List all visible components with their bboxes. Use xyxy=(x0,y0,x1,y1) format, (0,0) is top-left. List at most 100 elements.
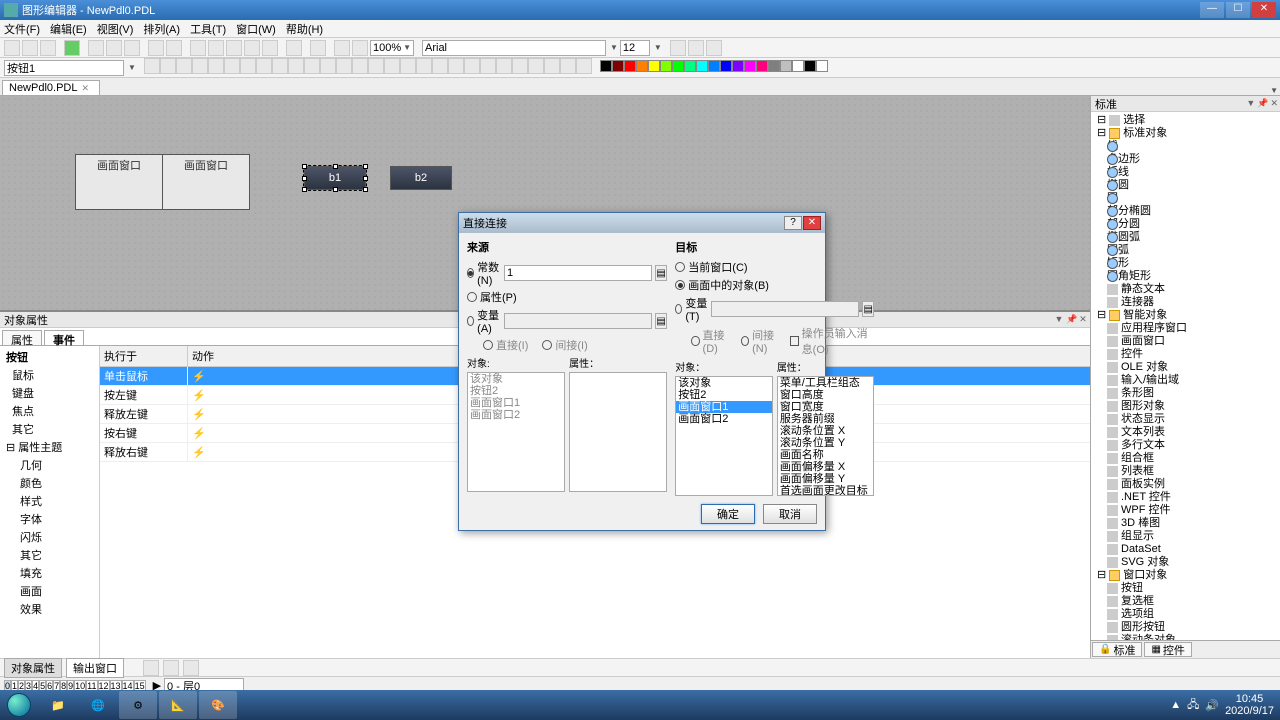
color-swatch-3[interactable] xyxy=(636,60,648,72)
save-icon[interactable] xyxy=(40,40,56,56)
tree-blink[interactable]: 闪烁 xyxy=(2,528,97,546)
tool-icon-10[interactable] xyxy=(304,58,320,74)
color-swatch-18[interactable] xyxy=(816,60,828,72)
target-props-list[interactable]: 菜单/工具栏组态窗口高度窗口宽度服务器前缀滚动条位置 X滚动条位置 Y画面名称画… xyxy=(777,376,875,496)
list-item[interactable]: 首选画面更改目标 xyxy=(778,485,874,496)
toolbox-item[interactable]: 连接器 xyxy=(1093,296,1278,309)
menu-help[interactable]: 帮助(H) xyxy=(286,21,323,37)
toolbox-item[interactable]: 条形图 xyxy=(1093,387,1278,400)
toolbox-item[interactable]: WPF 控件 xyxy=(1093,504,1278,517)
list-item[interactable]: 服务器前缀 xyxy=(778,413,874,425)
taskbar[interactable]: 📁 🌐 ⚙ 📐 🎨 ▲ 🖧 🔊 10:452020/9/17 xyxy=(0,690,1280,720)
const-input[interactable] xyxy=(504,265,652,281)
toolbox-item[interactable]: 多边形 xyxy=(1093,153,1278,166)
tool-icon-18[interactable] xyxy=(432,58,448,74)
rp-pin-icon[interactable]: 📌 xyxy=(1257,98,1268,109)
tree-font[interactable]: 字体 xyxy=(2,510,97,528)
toolbox-item[interactable]: 圆弧 xyxy=(1093,244,1278,257)
var-input[interactable] xyxy=(504,313,652,329)
toolbox-item[interactable]: 椭圆 xyxy=(1093,179,1278,192)
toolbox-item[interactable]: ⊟ 智能对象 xyxy=(1093,309,1278,322)
toolbox-item[interactable]: 面板实例 xyxy=(1093,478,1278,491)
toolbox-item[interactable]: 圆 xyxy=(1093,192,1278,205)
color-swatch-7[interactable] xyxy=(684,60,696,72)
tool-icon-20[interactable] xyxy=(464,58,480,74)
tool-icon-14[interactable] xyxy=(368,58,384,74)
cut-icon[interactable] xyxy=(88,40,104,56)
tree-color[interactable]: 颜色 xyxy=(2,474,97,492)
menu-edit[interactable]: 编辑(E) xyxy=(50,21,87,37)
target-objects-list[interactable]: 该对象按钮2画面窗口1画面窗口2 xyxy=(675,376,773,496)
tool-icon-3[interactable] xyxy=(192,58,208,74)
toolbox-item[interactable]: 应用程序窗口 xyxy=(1093,322,1278,335)
help-icon[interactable] xyxy=(310,40,326,56)
color-swatch-9[interactable] xyxy=(708,60,720,72)
tree-keyboard[interactable]: 键盘 xyxy=(2,384,97,402)
color-swatch-1[interactable] xyxy=(612,60,624,72)
grid-icon[interactable] xyxy=(190,40,206,56)
ok-button[interactable]: 确定 xyxy=(701,504,755,524)
toolbox-item[interactable]: 画面窗口 xyxy=(1093,335,1278,348)
radio-const[interactable] xyxy=(467,268,474,278)
tree-other[interactable]: 其它 xyxy=(2,420,97,438)
toolbox-item[interactable]: DataSet xyxy=(1093,543,1278,556)
toolbox-item[interactable]: 部分椭圆 xyxy=(1093,205,1278,218)
toolbox-item[interactable]: 列表框 xyxy=(1093,465,1278,478)
tool-icon-17[interactable] xyxy=(416,58,432,74)
tool-icon-1[interactable] xyxy=(160,58,176,74)
maximize-button[interactable]: ☐ xyxy=(1226,2,1250,18)
dialog-close-button[interactable]: ✕ xyxy=(803,216,821,230)
system-tray[interactable]: ▲ 🖧 🔊 10:452020/9/17 xyxy=(1164,693,1280,717)
tool-icon-9[interactable] xyxy=(288,58,304,74)
tree-style[interactable]: 样式 xyxy=(2,492,97,510)
prop-pin-icon[interactable]: ▼ xyxy=(1054,314,1064,325)
toolbox-item[interactable]: 折线 xyxy=(1093,166,1278,179)
menu-window[interactable]: 窗口(W) xyxy=(236,21,276,37)
document-tab[interactable]: NewPdl0.PDL ✕ xyxy=(2,80,100,95)
tool-icon-2[interactable] xyxy=(176,58,192,74)
toolbox-item[interactable]: SVG 对象 xyxy=(1093,556,1278,569)
toolbox-item[interactable]: OLE 对象 xyxy=(1093,361,1278,374)
taskbar-app2[interactable]: 📐 xyxy=(159,691,197,719)
lock-icon[interactable] xyxy=(262,40,278,56)
color-swatch-4[interactable] xyxy=(648,60,660,72)
list-item[interactable]: 该对象 xyxy=(676,377,772,389)
rp-close-icon[interactable]: ✕ xyxy=(1270,98,1278,109)
color-swatch-5[interactable] xyxy=(660,60,672,72)
taskbar-app3[interactable]: 🎨 xyxy=(199,691,237,719)
toolbox-item[interactable]: 复选框 xyxy=(1093,595,1278,608)
list-item[interactable]: 滚动条位置 X xyxy=(778,425,874,437)
radio-var[interactable] xyxy=(467,316,474,326)
list-item[interactable]: 该对象 xyxy=(468,373,564,385)
toolbox-item[interactable]: ⊟ 窗口对象 xyxy=(1093,569,1278,582)
zoomout-icon[interactable] xyxy=(352,40,368,56)
list-item[interactable]: 窗口高度 xyxy=(778,389,874,401)
list-item[interactable]: 菜单/工具栏组态 xyxy=(778,377,874,389)
paste-icon[interactable] xyxy=(124,40,140,56)
tray-net-icon[interactable]: 🖧 xyxy=(1187,696,1199,715)
color-swatch-2[interactable] xyxy=(624,60,636,72)
color-swatch-6[interactable] xyxy=(672,60,684,72)
shape-button-b2[interactable]: b2 xyxy=(390,166,452,190)
menu-arrange[interactable]: 排列(A) xyxy=(143,21,180,37)
open-icon[interactable] xyxy=(22,40,38,56)
foot-tab-output[interactable]: 输出窗口 xyxy=(66,658,124,678)
color-swatch-12[interactable] xyxy=(744,60,756,72)
tray-vol-icon[interactable]: 🔊 xyxy=(1205,699,1219,712)
tree-geom[interactable]: 几何 xyxy=(2,456,97,474)
tool-icon-16[interactable] xyxy=(400,58,416,74)
color-swatch-8[interactable] xyxy=(696,60,708,72)
const-browse-button[interactable]: ▤ xyxy=(655,265,667,281)
tree-other2[interactable]: 其它 xyxy=(2,546,97,564)
tool-icon-0[interactable] xyxy=(144,58,160,74)
prop-tab-attrs[interactable]: 属性 xyxy=(2,330,42,345)
tool-icon-7[interactable] xyxy=(256,58,272,74)
list-item[interactable]: 画面窗口2 xyxy=(468,409,564,421)
tool-icon-19[interactable] xyxy=(448,58,464,74)
foot-tab-props[interactable]: 对象属性 xyxy=(4,658,62,678)
tool-icon-21[interactable] xyxy=(480,58,496,74)
tool-icon-24[interactable] xyxy=(528,58,544,74)
list-item[interactable]: 画面窗口1 xyxy=(676,401,772,413)
tool-icon-12[interactable] xyxy=(336,58,352,74)
toolbox-item[interactable]: 3D 棒图 xyxy=(1093,517,1278,530)
